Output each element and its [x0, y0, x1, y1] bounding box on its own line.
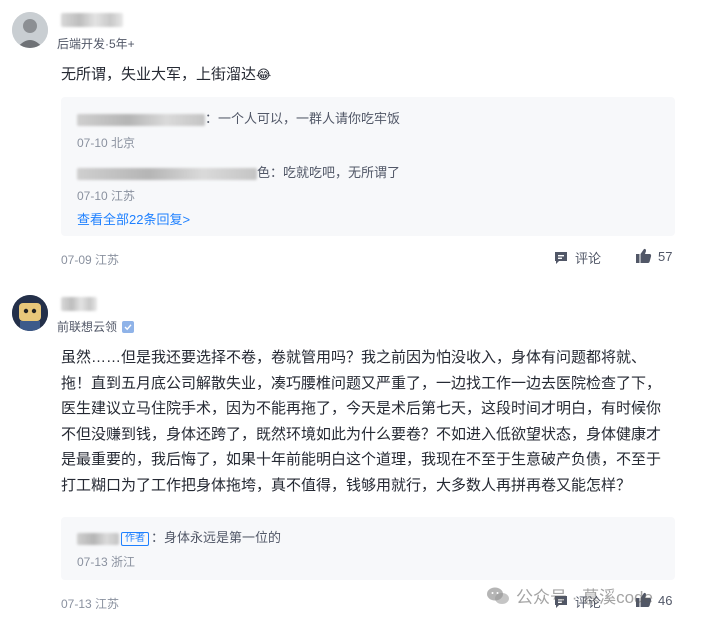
author-title-row: 前联想云领: [57, 318, 135, 335]
view-all-replies-link[interactable]: 查看全部22条回复>: [77, 209, 190, 228]
verified-badge-icon: [122, 321, 135, 333]
comment-date: 07-09: [61, 253, 92, 267]
comment-content: 虽然……但是我还要选择不卷，卷就管用吗？我之前因为怕没收入，身体有问题都将就、拖…: [61, 349, 662, 494]
like-count: 46: [658, 592, 673, 608]
author-tag: 作者: [121, 532, 149, 546]
author-name[interactable]: [61, 13, 123, 27]
reply-text: 色：吃就吃吧，无所谓了: [257, 165, 401, 180]
comment-text: 无所谓，失业大军，上街溜达: [61, 66, 257, 83]
comment-content: 无所谓，失业大军，上街溜达😂: [61, 62, 661, 88]
user-avatar-icon: [12, 295, 48, 331]
wechat-icon: [487, 587, 509, 604]
comment-date: 07-13: [61, 597, 92, 611]
like-count: 57: [658, 248, 673, 264]
reply-author-name[interactable]: [77, 532, 119, 545]
author-title: 后端开发·5年+: [57, 37, 135, 51]
reply-text: ：身体永远是第一位的: [151, 530, 282, 545]
author-title: 前联想云领: [57, 320, 118, 334]
reply-location: 浙江: [111, 555, 136, 569]
watermark-text: 公众号 · 慕溪code: [516, 588, 653, 607]
comment-2: 前联想云领 虽然……但是我还要选择不卷，卷就管用吗？我之前因为怕没收入，身体有问…: [0, 284, 705, 622]
comment-button[interactable]: 评论: [553, 248, 601, 267]
reply-author-name[interactable]: [77, 113, 205, 126]
comment-location: 江苏: [95, 597, 120, 611]
user-avatar-icon: [12, 12, 48, 48]
watermark: 公众号 · 慕溪code: [486, 583, 653, 608]
reply-date: 07-10: [77, 136, 108, 150]
reply-text: ：一个人可以，一群人请你吃牢饭: [205, 111, 401, 126]
reply-date: 07-10: [77, 189, 108, 203]
reply-1: 作者 ：身体永远是第一位的: [77, 527, 281, 546]
reply-author-name[interactable]: [77, 167, 257, 180]
like-button[interactable]: 57: [635, 248, 672, 264]
reply-2-meta: 07-10 江苏: [77, 187, 135, 204]
comment-location: 江苏: [95, 253, 120, 267]
reply-date: 07-13: [77, 555, 108, 569]
avatar[interactable]: [12, 12, 48, 48]
reply-1-meta: 07-13 浙江: [77, 553, 135, 570]
laugh-emoji-icon: 😂: [256, 67, 272, 82]
reply-1: ：一个人可以，一群人请你吃牢饭: [77, 108, 400, 127]
reply-box: ：一个人可以，一群人请你吃牢饭 07-10 北京 色：吃就吃吧，无所谓了 07-…: [61, 97, 675, 236]
thumbs-up-icon: [636, 248, 652, 263]
reply-1-meta: 07-10 北京: [77, 134, 135, 151]
comment-meta: 07-13 江苏: [61, 595, 119, 612]
author-name[interactable]: [61, 297, 97, 311]
comment-label: 评论: [575, 251, 602, 266]
reply-box: 作者 ：身体永远是第一位的 07-13 浙江: [61, 517, 675, 580]
reply-2: 色：吃就吃吧，无所谓了: [77, 162, 400, 181]
reply-location: 北京: [111, 136, 136, 150]
reply-location: 江苏: [111, 189, 136, 203]
comment-1: 后端开发·5年+ 无所谓，失业大军，上街溜达😂 ：一个人可以，一群人请你吃牢饭 …: [0, 0, 705, 275]
comment-meta: 07-09 江苏: [61, 251, 119, 268]
avatar[interactable]: [12, 295, 48, 331]
comment-icon: [555, 251, 567, 264]
